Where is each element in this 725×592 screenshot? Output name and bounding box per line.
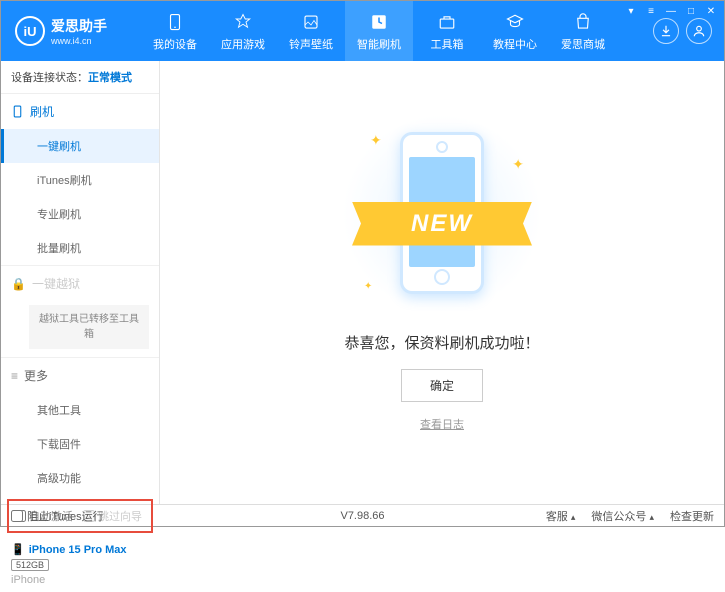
- nav-my-device[interactable]: 我的设备: [141, 1, 209, 61]
- new-ribbon: NEW: [352, 202, 532, 246]
- app-subtitle: www.i4.cn: [51, 36, 107, 46]
- sidebar-head-flash[interactable]: 刷机: [1, 94, 159, 129]
- app-logo: iU 爱思助手 www.i4.cn: [1, 16, 141, 46]
- sidebar-item-download-firmware[interactable]: 下载固件: [1, 427, 159, 461]
- nav-apps-games[interactable]: 应用游戏: [209, 1, 277, 61]
- minimize-icon[interactable]: —: [663, 4, 679, 18]
- list-icon: ≡: [11, 369, 18, 383]
- sidebar: 设备连接状态：正常模式 刷机 一键刷机 iTunes刷机 专业刷机 批量刷机 🔒…: [1, 61, 160, 504]
- ok-button[interactable]: 确定: [401, 369, 483, 402]
- nav-toolbox[interactable]: 工具箱: [413, 1, 481, 61]
- version-label: V7.98.66: [340, 510, 384, 522]
- download-button[interactable]: [653, 18, 679, 44]
- sidebar-item-oneclick-flash[interactable]: 一键刷机: [1, 129, 159, 163]
- view-log-link[interactable]: 查看日志: [420, 416, 464, 432]
- phone-icon: [11, 105, 24, 118]
- sidebar-head-jailbreak: 🔒 一键越狱: [1, 266, 159, 301]
- main-content: ✦ ✦ ✦ NEW 恭喜您，保资料刷机成功啦！ 确定 查看日志: [160, 61, 724, 504]
- nav-ringtone-wallpaper[interactable]: 铃声壁纸: [277, 1, 345, 61]
- storage-badge: 512GB: [11, 559, 49, 571]
- nav-store[interactable]: 爱思商城: [549, 1, 617, 61]
- phone-icon: 📱: [11, 543, 25, 556]
- footer-link-update[interactable]: 检查更新: [670, 508, 714, 524]
- sidebar-item-itunes-flash[interactable]: iTunes刷机: [1, 163, 159, 197]
- sidebar-head-more[interactable]: ≡ 更多: [1, 358, 159, 393]
- jailbreak-note: 越狱工具已转移至工具箱: [29, 305, 149, 349]
- footer-link-wechat[interactable]: 微信公众号 ▴: [591, 508, 654, 524]
- sidebar-item-batch-flash[interactable]: 批量刷机: [1, 231, 159, 265]
- block-itunes-checkbox[interactable]: 阻止iTunes运行: [11, 508, 104, 524]
- nav-tutorials[interactable]: 教程中心: [481, 1, 549, 61]
- device-type: iPhone: [11, 574, 149, 586]
- close-icon[interactable]: ✕: [703, 4, 719, 18]
- footer-link-support[interactable]: 客服 ▴: [546, 508, 576, 524]
- user-button[interactable]: [686, 18, 712, 44]
- device-status: 设备连接状态：正常模式: [1, 61, 159, 94]
- menu-icon[interactable]: ≡: [643, 4, 659, 18]
- tray-icon[interactable]: ▾: [623, 4, 639, 18]
- nav-smart-flash[interactable]: 智能刷机: [345, 1, 413, 61]
- device-info[interactable]: 📱iPhone 15 Pro Max 512GB iPhone: [1, 537, 159, 592]
- app-title: 爱思助手: [51, 16, 107, 36]
- success-illustration: ✦ ✦ ✦ NEW: [342, 114, 542, 314]
- lock-icon: 🔒: [11, 277, 26, 291]
- maximize-icon[interactable]: □: [683, 4, 699, 18]
- sidebar-item-other-tools[interactable]: 其他工具: [1, 393, 159, 427]
- sidebar-item-pro-flash[interactable]: 专业刷机: [1, 197, 159, 231]
- sidebar-item-advanced[interactable]: 高级功能: [1, 461, 159, 495]
- success-message: 恭喜您，保资料刷机成功啦！: [344, 332, 539, 353]
